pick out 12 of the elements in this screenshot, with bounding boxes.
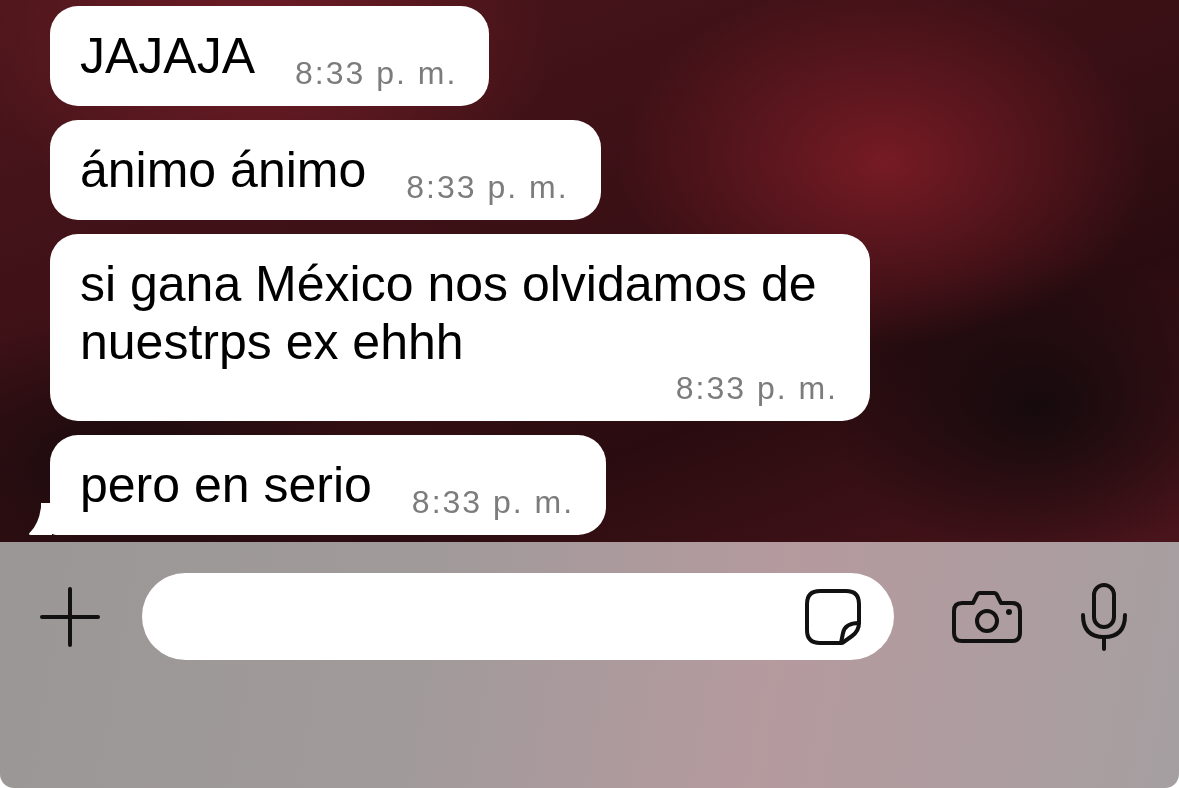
message-text: JAJAJA xyxy=(80,27,256,85)
microphone-icon[interactable] xyxy=(1080,582,1128,651)
sticker-icon[interactable] xyxy=(805,588,861,645)
camera-icon[interactable] xyxy=(952,590,1022,643)
message-time: 8:33 p. m. xyxy=(675,371,838,406)
plus-icon[interactable] xyxy=(40,586,100,647)
message-text: si gana México nos olvidamos de nuestrps ex ehhh xyxy=(80,255,818,371)
message-time: 8:33 p. m. xyxy=(411,485,575,520)
message-time: 8:33 p. m. xyxy=(295,56,458,91)
message-time: 8:33 p. m. xyxy=(406,170,569,205)
message-text: pero en serio xyxy=(80,456,372,514)
message-text: ánimo ánimo xyxy=(80,141,367,199)
